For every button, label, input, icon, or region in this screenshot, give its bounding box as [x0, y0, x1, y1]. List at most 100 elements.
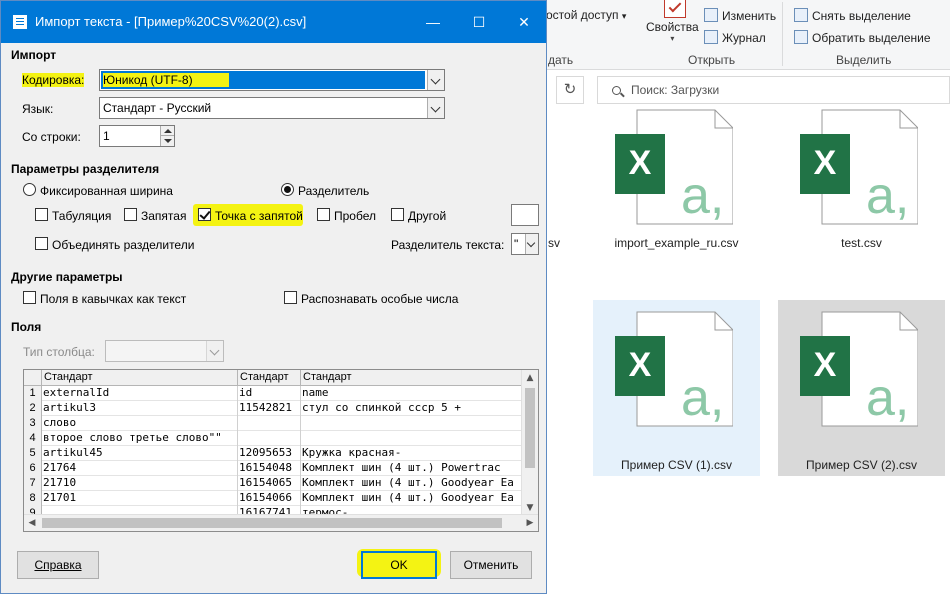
preview-grid[interactable]: Стандарт Стандарт Стандарт 1 externalId …: [23, 369, 539, 532]
edit-button[interactable]: Изменить: [704, 8, 776, 23]
file-tile[interactable]: X a, test.csv: [778, 108, 945, 258]
table-cell: [238, 416, 301, 431]
close-icon: ✕: [518, 14, 530, 30]
separator-section-heading: Параметры разделителя: [11, 162, 160, 176]
ok-button-label: OK: [390, 558, 408, 572]
file-name: Пример CSV (2).csv: [806, 458, 917, 472]
close-button[interactable]: ✕: [501, 1, 547, 43]
text-delimiter-value: ": [514, 237, 519, 251]
tab-label: Табуляция: [52, 209, 112, 223]
file-tile-selected[interactable]: X a, Пример CSV (2).csv: [778, 300, 945, 476]
ok-button[interactable]: OK: [361, 551, 437, 579]
separated-radio[interactable]: [281, 183, 294, 196]
fixed-width-radio[interactable]: [23, 183, 36, 196]
row-number: 5: [24, 446, 42, 461]
special-numbers-checkbox[interactable]: [284, 291, 297, 304]
tab-checkbox[interactable]: [35, 208, 48, 221]
comma-checkbox[interactable]: [124, 208, 137, 221]
journal-button[interactable]: Журнал: [704, 30, 766, 45]
deselect-label: Снять выделение: [812, 9, 911, 23]
row-number: 6: [24, 461, 42, 476]
table-cell: artikul3: [42, 401, 238, 416]
scroll-left-icon[interactable]: ◀: [24, 515, 40, 531]
column-header[interactable]: Стандарт: [238, 370, 301, 386]
table-cell: 21701: [42, 491, 238, 506]
file-tile-selected[interactable]: X a, Пример CSV (1).csv: [593, 300, 760, 476]
properties-button[interactable]: Свойства ▾: [646, 0, 699, 43]
horizontal-scrollbar[interactable]: ◀ ▶: [24, 514, 538, 531]
row-number: 8: [24, 491, 42, 506]
file-name: test.csv: [841, 236, 882, 250]
excel-a-letter: a,: [681, 167, 724, 225]
comma-label: Запятая: [141, 209, 187, 223]
scroll-right-icon[interactable]: ▶: [522, 515, 538, 531]
column-type-select[interactable]: [105, 340, 224, 362]
share-access-button[interactable]: остой доступ ▾: [546, 8, 626, 22]
language-select[interactable]: Стандарт - Русский: [99, 97, 445, 119]
column-header[interactable]: Стандарт: [42, 370, 238, 386]
quoted-as-text-checkbox[interactable]: [23, 291, 36, 304]
chevron-down-icon[interactable]: [525, 234, 538, 254]
table-cell: [238, 431, 301, 446]
scroll-up-icon[interactable]: ▲: [522, 370, 538, 386]
preview-header: Стандарт Стандарт Стандарт: [24, 370, 538, 386]
other-label: Другой: [408, 209, 447, 223]
cancel-button-label: Отменить: [463, 558, 519, 572]
separated-label: Разделитель: [298, 184, 370, 198]
table-cell: 16154065: [238, 476, 301, 491]
encoding-select[interactable]: Юникод (UTF-8): [99, 69, 445, 91]
excel-x-letter: X: [814, 144, 837, 182]
table-cell: artikul45: [42, 446, 238, 461]
chevron-down-icon[interactable]: [427, 98, 444, 118]
table-cell: 12095653: [238, 446, 301, 461]
file-name: Пример CSV (1).csv: [621, 458, 732, 472]
spin-down-icon[interactable]: [160, 136, 174, 146]
vertical-scrollbar[interactable]: ▲ ▼: [521, 370, 538, 516]
search-icon: [612, 86, 621, 95]
dialog-title-bar[interactable]: Импорт текста - [Пример%20CSV%20(2).csv]…: [1, 1, 546, 43]
help-button-label: Справка: [34, 558, 82, 572]
cancel-button[interactable]: Отменить: [450, 551, 532, 579]
maximize-button[interactable]: ☐: [456, 1, 502, 43]
deselect-button[interactable]: Снять выделение: [794, 8, 911, 23]
share-access-label: остой доступ: [546, 8, 619, 22]
table-cell: 21764: [42, 461, 238, 476]
row-number-header: [24, 370, 42, 386]
chevron-down-icon: ▾: [621, 11, 627, 21]
row-number: 7: [24, 476, 42, 491]
invert-selection-button[interactable]: Обратить выделение: [794, 30, 931, 45]
from-row-spinner[interactable]: 1: [99, 125, 175, 147]
search-placeholder: Поиск: Загрузки: [631, 83, 720, 97]
table-cell: стул со спинкой ссср 5 +: [301, 401, 523, 416]
excel-csv-file-icon: X a,: [615, 109, 733, 225]
ribbon-group-open: Открыть: [688, 53, 736, 67]
table-row: 1 externalId id name: [24, 386, 523, 401]
refresh-icon: ↻: [563, 81, 577, 98]
ribbon-group-partial: дать: [548, 53, 574, 67]
spin-up-icon[interactable]: [160, 126, 174, 136]
other-separator-input[interactable]: [511, 204, 539, 226]
text-delimiter-select[interactable]: ": [511, 233, 539, 255]
horizontal-scroll-thumb[interactable]: [42, 518, 502, 528]
minimize-icon: —: [426, 14, 440, 30]
refresh-button[interactable]: ↻: [556, 76, 584, 104]
search-box[interactable]: Поиск: Загрузки: [597, 76, 950, 104]
file-tile[interactable]: X a, import_example_ru.csv: [593, 108, 760, 258]
table-cell: слово: [42, 416, 238, 431]
chevron-down-icon[interactable]: [206, 341, 223, 361]
column-header[interactable]: Стандарт: [301, 370, 523, 386]
help-button[interactable]: Справка: [17, 551, 99, 579]
chevron-down-icon[interactable]: [427, 70, 444, 90]
table-cell: id: [238, 386, 301, 401]
vertical-scroll-thumb[interactable]: [525, 388, 535, 468]
merge-delimiters-checkbox[interactable]: [35, 237, 48, 250]
table-cell: [301, 416, 523, 431]
semicolon-checkbox[interactable]: [198, 208, 211, 221]
excel-x-letter: X: [629, 144, 652, 182]
table-cell: второе слово третье слово"": [42, 431, 238, 446]
space-label: Пробел: [334, 209, 376, 223]
edit-label: Изменить: [722, 9, 777, 23]
minimize-button[interactable]: —: [410, 1, 456, 43]
space-checkbox[interactable]: [317, 208, 330, 221]
other-checkbox[interactable]: [391, 208, 404, 221]
